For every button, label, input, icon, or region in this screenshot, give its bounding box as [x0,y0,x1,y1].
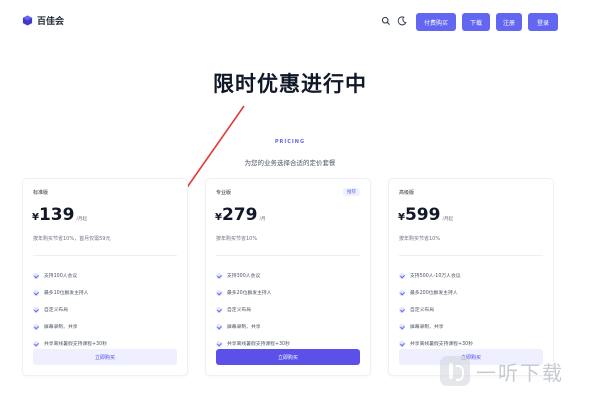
feature-item: 屏幕录制、共享 [399,318,473,335]
moon-icon[interactable] [397,16,407,26]
price-value: 599 [404,205,441,225]
feature-text: 自定义布局 [410,308,434,313]
price-value: 279 [221,205,258,225]
feature-item: 屏幕录制、共享 [33,318,107,335]
feature-text: 屏幕录制、共享 [227,325,261,330]
site-watermark: 一听下载 [440,356,564,386]
price-note: 按年购买节省10% [399,236,441,242]
check-icon [216,306,222,313]
check-icon [33,272,39,279]
feature-item: 支持500人-10万人会议 [399,267,473,284]
login-button[interactable]: 登录 [528,13,558,31]
feature-item: 最多20位群发主持人 [216,284,290,301]
brand-name: 百佳会 [37,17,65,27]
check-icon [216,340,222,347]
download-button[interactable]: 下载 [462,13,490,31]
divider [399,255,543,256]
plan-name: 高级版 [399,190,415,196]
feature-item: 最多200位群发主持人 [399,284,473,301]
price-unit: /月 [259,217,266,222]
feature-text: 支持100人会议 [44,274,78,279]
check-icon [33,289,39,296]
brand-logo[interactable]: 百佳会 [22,14,64,27]
watermark-logo-icon [440,356,470,386]
feature-item: 支持300人会议 [216,267,290,284]
check-icon [33,340,39,347]
feature-text: 共享离线暑假支持课程+30秒 [227,342,290,347]
currency-symbol: ¥ [215,212,222,223]
feature-item: 支持100人会议 [33,267,107,284]
check-icon [216,289,222,296]
price-unit: /月起 [76,217,87,222]
feature-text: 共享离线暑假支持课程+30秒 [410,342,473,347]
feature-list: 支持300人会议 最多20位群发主持人 自定义布局 屏幕录制、共享 共享离线暑假… [216,267,290,352]
check-icon [33,323,39,330]
check-icon [399,340,405,347]
feature-item: 自定义布局 [216,301,290,318]
check-icon [399,289,405,296]
pricing-eyebrow: PRICING [274,139,306,145]
check-icon [33,306,39,313]
plan-card-pro: 专业版 推荐 ¥ 279 /月 按年购买节省10% 支持300人会议 最多20位… [205,178,371,376]
purchase-button[interactable]: 付费购买 [416,13,456,31]
plan-name: 标准版 [33,190,49,196]
check-icon [216,272,222,279]
feature-item: 最多10位群发主持人 [33,284,107,301]
feature-item: 自定义布局 [33,301,107,318]
cube-logo-icon [22,15,33,26]
feature-text: 屏幕录制、共享 [410,325,444,330]
feature-text: 最多20位群发主持人 [227,291,272,296]
feature-text: 最多200位群发主持人 [410,291,458,296]
feature-item: 自定义布局 [399,301,473,318]
feature-text: 共享离线暑假支持课程+30秒 [44,342,107,347]
plan-card-premium: 高级版 ¥ 599 /月起 按年购买节省10% 支持500人-10万人会议 最多… [388,178,554,376]
divider [216,255,360,256]
feature-item: 屏幕录制、共享 [216,318,290,335]
feature-text: 支持500人-10万人会议 [410,274,461,279]
plan-price: ¥ 279 /月 [215,205,266,225]
feature-text: 自定义布局 [227,308,251,313]
currency-symbol: ¥ [32,212,39,223]
feature-text: 屏幕录制、共享 [44,325,78,330]
price-unit: /月起 [442,217,453,222]
divider [33,255,177,256]
feature-text: 最多10位群发主持人 [44,291,89,296]
search-icon[interactable] [381,16,391,26]
check-icon [399,323,405,330]
check-icon [399,306,405,313]
recommended-badge: 推荐 [343,188,360,196]
pricing-subtitle: 为您的业务选择合适的定价套餐 [244,159,336,167]
feature-list: 支持500人-10万人会议 最多200位群发主持人 自定义布局 屏幕录制、共享 … [399,267,473,352]
price-note: 按年购买节省10% [216,236,258,242]
buy-now-button[interactable]: 立即购买 [33,349,177,365]
register-button[interactable]: 注册 [496,13,522,31]
plan-price: ¥ 599 /月起 [398,205,453,225]
check-icon [399,272,405,279]
watermark-text: 一听下载 [476,360,564,385]
feature-list: 支持100人会议 最多10位群发主持人 自定义布局 屏幕录制、共享 共享离线暑假… [33,267,107,352]
price-value: 139 [38,205,75,225]
plan-name: 专业版 [216,190,232,196]
currency-symbol: ¥ [398,212,405,223]
feature-text: 支持300人会议 [227,274,261,279]
plan-price: ¥ 139 /月起 [32,205,87,225]
price-note: 按年购买节省10%，首月仅需59元 [33,236,111,242]
buy-now-button[interactable]: 立即购买 [216,349,360,365]
check-icon [216,323,222,330]
top-nav: 百佳会 付费购买 下载 注册 登录 [0,0,600,44]
hero-title: 限时优惠进行中 [213,72,367,96]
plan-card-standard: 标准版 ¥ 139 /月起 按年购买节省10%，首月仅需59元 支持100人会议… [22,178,188,376]
feature-text: 自定义布局 [44,308,68,313]
